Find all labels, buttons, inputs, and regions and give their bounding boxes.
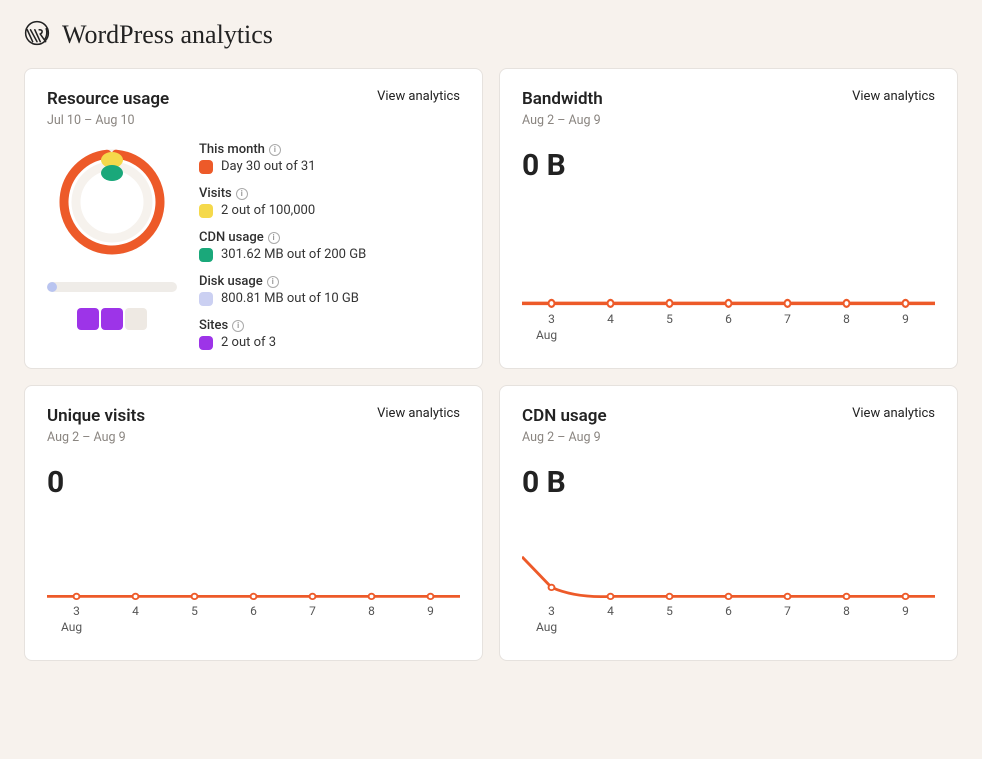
sites-usage-blocks [77,308,147,330]
swatch-green-icon [199,248,213,262]
view-analytics-link[interactable]: View analytics [852,406,935,421]
legend-visits-value: 2 out of 100,000 [221,203,315,218]
legend-this-month-value: Day 30 out of 31 [221,159,316,174]
card-resource-usage: Resource usage View analytics Jul 10 – A… [24,68,483,369]
legend-sites-label: Sites i [199,318,366,333]
card-title: CDN usage [522,406,607,426]
x-axis-month: Aug [536,620,935,634]
bandwidth-chart [522,193,935,308]
legend-disk-value: 800.81 MB out of 10 GB [221,291,359,306]
info-icon[interactable]: i [269,144,281,156]
date-range: Aug 2 – Aug 9 [522,430,935,445]
info-icon[interactable]: i [236,188,248,200]
swatch-purple-icon [199,336,213,350]
card-title: Unique visits [47,406,145,426]
legend-disk-label: Disk usage i [199,274,366,289]
card-title: Resource usage [47,89,169,109]
visits-chart [47,510,460,600]
swatch-orange-icon [199,160,213,174]
x-axis-ticks: 3456789 [522,312,935,326]
legend-visits-label: Visits i [199,186,366,201]
donut-chart-icon [52,142,172,266]
swatch-yellow-icon [199,204,213,218]
x-axis-ticks: 3456789 [522,604,935,618]
view-analytics-link[interactable]: View analytics [377,89,460,104]
card-unique-visits: Unique visits View analytics Aug 2 – Aug… [24,385,483,661]
x-axis-ticks: 3456789 [47,604,460,618]
legend-sites-value: 2 out of 3 [221,335,276,350]
page-title: WordPress analytics [62,20,273,50]
page-header: WordPress analytics [24,20,958,50]
summary-value: 0 B [522,465,935,500]
view-analytics-link[interactable]: View analytics [377,406,460,421]
wordpress-icon [24,20,50,50]
summary-value: 0 B [522,148,935,183]
legend-this-month-label: This month i [199,142,366,157]
date-range: Aug 2 – Aug 9 [522,113,935,128]
legend-cdn-label: CDN usage i [199,230,366,245]
card-bandwidth: Bandwidth View analytics Aug 2 – Aug 9 0… [499,68,958,369]
info-icon[interactable]: i [232,320,244,332]
swatch-lavender-icon [199,292,213,306]
info-icon[interactable]: i [267,276,279,288]
date-range: Aug 2 – Aug 9 [47,430,460,445]
x-axis-month: Aug [61,620,460,634]
x-axis-month: Aug [536,328,935,342]
date-range: Jul 10 – Aug 10 [47,113,460,128]
info-icon[interactable]: i [268,232,280,244]
card-cdn-usage: CDN usage View analytics Aug 2 – Aug 9 0… [499,385,958,661]
card-title: Bandwidth [522,89,603,109]
summary-value: 0 [47,465,460,500]
disk-usage-bar [47,282,177,292]
view-analytics-link[interactable]: View analytics [852,89,935,104]
cdn-chart [522,510,935,600]
legend-cdn-value: 301.62 MB out of 200 GB [221,247,366,262]
